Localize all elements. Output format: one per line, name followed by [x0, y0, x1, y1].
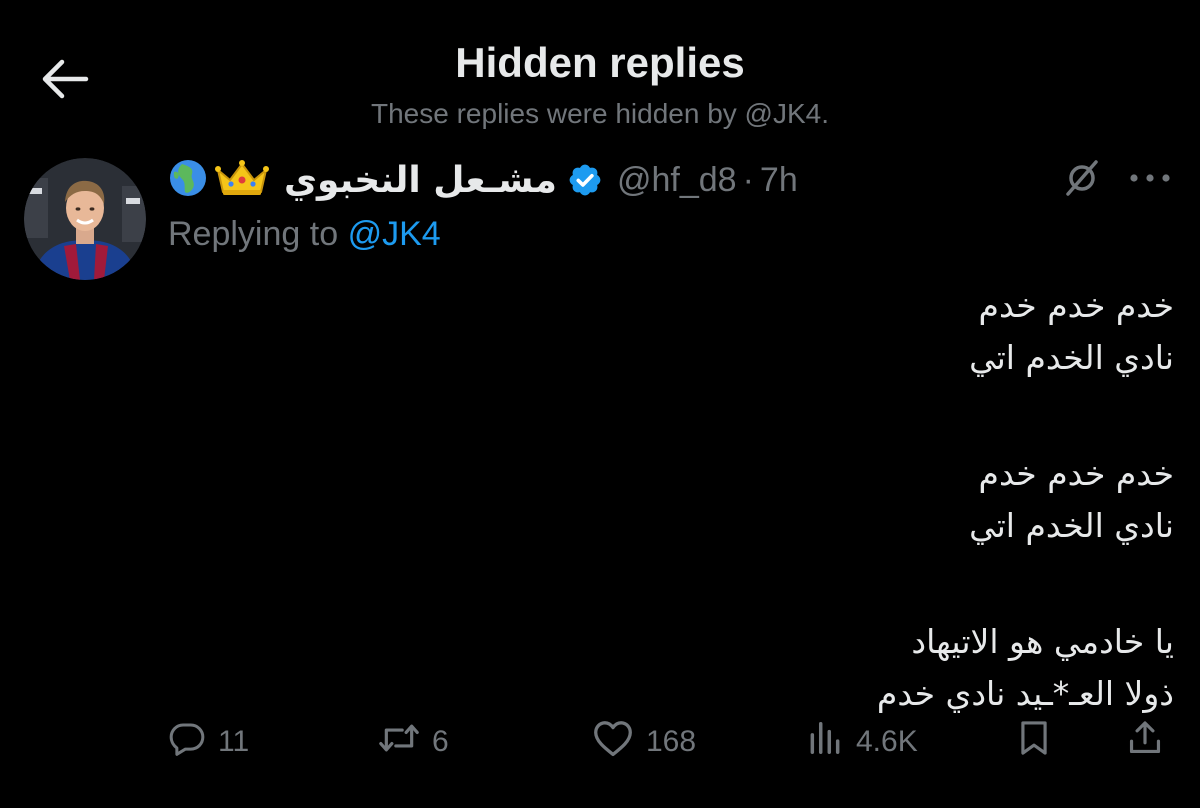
tweet-line: خدم خدم خدم: [978, 286, 1174, 325]
separator-dot: ·: [742, 160, 754, 199]
tweet-line: خدم خدم خدم: [978, 454, 1174, 493]
more-horizontal-icon: [1128, 171, 1172, 189]
replying-to-label: Replying to: [168, 215, 339, 253]
page-subtitle: These replies were hidden by @JK4.: [371, 98, 829, 129]
repost-button[interactable]: 6: [378, 712, 449, 772]
share-icon: [1126, 719, 1164, 765]
views-count: 4.6K: [856, 725, 918, 758]
repost-icon: [378, 719, 420, 765]
verified-badge-icon[interactable]: [567, 162, 603, 198]
more-options-button[interactable]: [1124, 158, 1176, 202]
tweet-time[interactable]: 7h: [760, 161, 798, 200]
repost-count: 6: [432, 725, 449, 758]
grok-icon: [1062, 158, 1102, 203]
tweet-paragraph: يا خادمي هو الاتيهاد ذولا العـ*ـيد نادي …: [374, 616, 1174, 720]
share-button[interactable]: [1126, 712, 1164, 772]
reply-icon: [168, 719, 206, 765]
tweet-line: نادي الخدم اتي: [969, 506, 1174, 545]
crown-emoji: [214, 158, 270, 203]
page-title: Hidden replies: [455, 39, 745, 86]
tweet-author-line: مشـعل النخبوي @hf_d8 · 7h: [168, 152, 798, 208]
grok-button[interactable]: [1060, 158, 1104, 202]
reply-count: 11: [218, 725, 250, 758]
replying-to-mention[interactable]: @JK4: [348, 215, 441, 253]
views-icon: [806, 719, 844, 765]
like-count: 168: [646, 725, 697, 758]
reply-button[interactable]: 11: [168, 712, 249, 772]
author-display-name[interactable]: مشـعل النخبوي: [284, 160, 557, 201]
replying-to-line: Replying to @JK4: [168, 212, 441, 256]
page-header: Hidden replies These replies were hidden…: [0, 36, 1200, 134]
tweet-actions-bar: 11 6 168 4.6K: [0, 712, 1200, 772]
like-button[interactable]: 168: [592, 712, 696, 772]
bookmark-icon: [1016, 719, 1052, 765]
tweet-line: يا خادمي هو الاتيهاد: [911, 622, 1174, 661]
heart-icon: [592, 719, 634, 765]
bookmark-button[interactable]: [1016, 712, 1052, 772]
tweet-line: نادي الخدم اتي: [969, 338, 1174, 377]
tweet-text: خدم خدم خدم نادي الخدم اتي خدم خدم خدم ن…: [374, 280, 1174, 720]
avatar[interactable]: [24, 158, 146, 280]
views-button[interactable]: 4.6K: [806, 712, 918, 772]
tweet-paragraph: خدم خدم خدم نادي الخدم اتي: [374, 280, 1174, 384]
globe-africa-emoji: [168, 158, 208, 203]
tweet-paragraph: خدم خدم خدم نادي الخدم اتي: [374, 448, 1174, 552]
author-handle[interactable]: @hf_d8: [617, 161, 737, 200]
